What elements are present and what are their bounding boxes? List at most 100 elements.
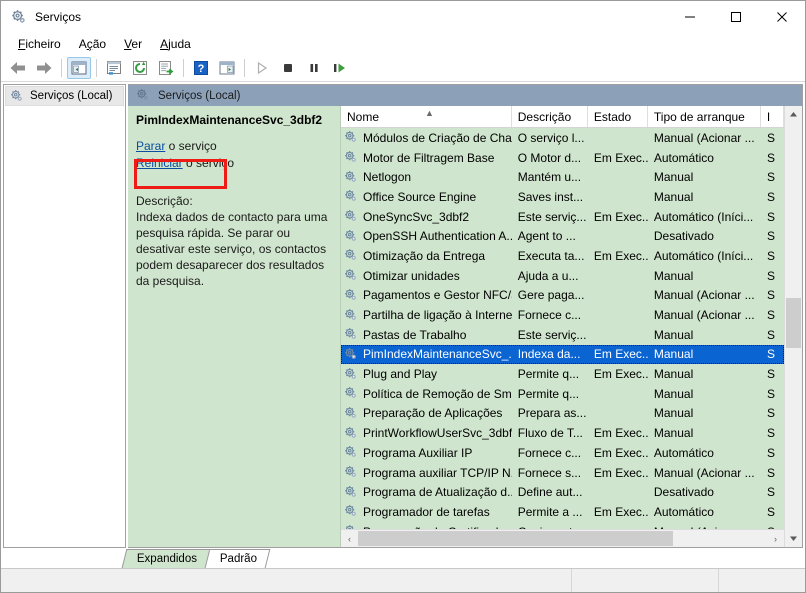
cell-state: Em Exec... (593, 347, 648, 362)
tab-expandidos[interactable]: Expandidos (121, 549, 211, 568)
cell-description: Agent to ... (517, 229, 576, 244)
table-row[interactable]: Programa auxiliar TCP/IP N... Fornece s..… (341, 463, 784, 483)
table-row[interactable]: Programador de tarefas Permite a ... Em Ex… (341, 502, 784, 522)
cell-description: Fornece c... (517, 308, 582, 323)
menu-ver[interactable]: Ver (115, 35, 151, 53)
cell-logon: S (766, 485, 775, 500)
forward-icon[interactable] (32, 57, 56, 79)
properties-icon[interactable] (102, 57, 126, 79)
service-gear-icon (344, 268, 359, 283)
table-row[interactable]: Motor de Filtragem Base O Motor d... Em Ex… (341, 148, 784, 168)
pause-service-icon[interactable] (302, 57, 326, 79)
tree-item-services-local[interactable]: Serviços (Local) (5, 86, 124, 106)
table-row[interactable]: Módulos de Criação de Cha... O serviço l.… (341, 128, 784, 148)
table-row[interactable]: Otimização da Entrega Executa ta... Em Exe… (341, 246, 784, 266)
table-row[interactable]: Partilha de ligação à Interne... Fornece … (341, 305, 784, 325)
cell-name: OpenSSH Authentication A... (341, 229, 512, 244)
vscroll-thumb[interactable] (786, 298, 801, 348)
cell-logon: S (766, 465, 775, 480)
cell-startup: Manual (Acionar ... (653, 308, 755, 323)
maximize-button[interactable] (713, 1, 759, 33)
menu-ficheiro[interactable]: Ficheiro (9, 35, 70, 53)
toolbar-separator (183, 59, 184, 77)
hscroll-track[interactable] (358, 530, 767, 547)
cell-startup: Manual (653, 406, 694, 421)
cell-text: Motor de Filtragem Base (363, 150, 495, 165)
scroll-left-arrow[interactable]: ‹ (341, 530, 358, 547)
table-row[interactable]: Propagação de CertificadosCopia cert... M… (341, 522, 784, 529)
cell-text: Programa de Atualização d... (363, 485, 512, 500)
service-gear-icon (344, 386, 359, 401)
cell-state: Em Exec... (593, 504, 648, 519)
column-header-nome[interactable]: Nome ▲ (341, 106, 512, 127)
help-icon[interactable]: ? (189, 57, 213, 79)
cell-description: Prepara as... (517, 406, 587, 421)
restart-service-icon[interactable] (328, 57, 352, 79)
cell-startup: Manual (653, 189, 694, 204)
scroll-up-arrow[interactable] (785, 106, 802, 123)
cell-description: Saves inst... (517, 189, 584, 204)
tab-padrao[interactable]: Padrão (204, 549, 271, 568)
export-list-icon[interactable] (154, 57, 178, 79)
services-window: Serviços Ficheiro Ação Ver Ajuda ? Servi… (0, 0, 806, 593)
list-rows-container[interactable]: Módulos de Criação de Cha... O serviço l.… (341, 128, 784, 529)
vscroll-track[interactable] (785, 123, 802, 530)
pane-body: PimIndexMaintenanceSvc_3dbf2 Parar o ser… (128, 106, 802, 547)
cell-logon: S (766, 406, 775, 421)
stop-service-link[interactable]: Parar (136, 139, 165, 153)
table-row[interactable]: Netlogon Mantém u... Manual S (341, 167, 784, 187)
column-header-inicio-sessao[interactable]: I (761, 106, 784, 127)
table-row[interactable]: OpenSSH Authentication A... Agent to ... D… (341, 226, 784, 246)
cell-startup: Manual (653, 426, 694, 441)
minimize-button[interactable] (667, 1, 713, 33)
table-row[interactable]: Programa de Atualização d... Define aut..… (341, 482, 784, 502)
svg-text:?: ? (198, 63, 205, 75)
scroll-down-arrow[interactable] (785, 530, 802, 547)
refresh-icon[interactable] (128, 57, 152, 79)
menu-ajuda[interactable]: Ajuda (151, 35, 200, 53)
table-row[interactable]: Plug and Play Permite q... Em Exec... Manua… (341, 364, 784, 384)
column-header-estado[interactable]: Estado (588, 106, 648, 127)
cell-text: Office Source Engine (363, 189, 477, 204)
cell-name: Plug and Play (341, 367, 512, 382)
table-row[interactable]: Preparação de Aplicações Prepara as... Man… (341, 404, 784, 424)
cell-description: Executa ta... (517, 248, 585, 263)
service-gear-icon (344, 248, 359, 263)
cell-name: Propagação de Certificados (341, 524, 512, 529)
table-row[interactable]: OneSyncSvc_3dbf2 Este serviç... Em Exec...… (341, 207, 784, 227)
cell-description: Copia cert... (512, 525, 588, 529)
table-row[interactable]: Otimizar unidades Ajuda a u... Manual S (341, 266, 784, 286)
status-bar (1, 568, 805, 592)
title-bar: Serviços (1, 1, 805, 33)
restart-service-link[interactable]: Reiniciar (136, 156, 183, 170)
close-button[interactable] (759, 1, 805, 33)
cell-description: Este serviç... (517, 327, 587, 342)
toolbar-separator (244, 59, 245, 77)
service-gear-icon (344, 347, 359, 362)
table-row[interactable]: Programa Auxiliar IP Fornece c... Em Exec.… (341, 443, 784, 463)
stop-service-icon[interactable] (276, 57, 300, 79)
scroll-right-arrow[interactable]: › (767, 530, 784, 547)
table-row[interactable]: PimIndexMaintenanceSvc_... Indexa da... Em… (341, 344, 784, 365)
list-vertical-scrollbar[interactable] (784, 106, 802, 547)
cell-text: Programa Auxiliar IP (363, 445, 473, 460)
view-tabs: Expandidos Padrão (1, 548, 805, 568)
show-hide-console-tree-icon[interactable] (67, 57, 91, 79)
cell-startup: Automático (653, 150, 714, 165)
column-header-tipo-arranque[interactable]: Tipo de arranque (648, 106, 761, 127)
list-horizontal-scrollbar[interactable]: ‹ › (341, 529, 784, 547)
cell-state: Em Exec... (593, 248, 648, 263)
service-gear-icon (344, 485, 359, 500)
back-icon[interactable] (6, 57, 30, 79)
show-action-pane-icon[interactable] (215, 57, 239, 79)
table-row[interactable]: PrintWorkflowUserSvc_3dbf2 Fluxo de T... E… (341, 423, 784, 443)
table-row[interactable]: Office Source Engine Saves inst... Manual S (341, 187, 784, 207)
table-row[interactable]: Pastas de Trabalho Este serviç... Manual S (341, 325, 784, 345)
table-row[interactable]: Pagamentos e Gestor NFC/SE Gere paga... Ma… (341, 286, 784, 306)
table-row[interactable]: Política de Remoção de Sm... Permite q...… (341, 384, 784, 404)
hscroll-thumb[interactable] (358, 531, 673, 546)
cell-description: Permite a ... (517, 504, 583, 519)
column-header-descricao[interactable]: Descrição (512, 106, 588, 127)
cell-startup: Automático (653, 445, 714, 460)
menu-acao[interactable]: Ação (70, 35, 115, 53)
